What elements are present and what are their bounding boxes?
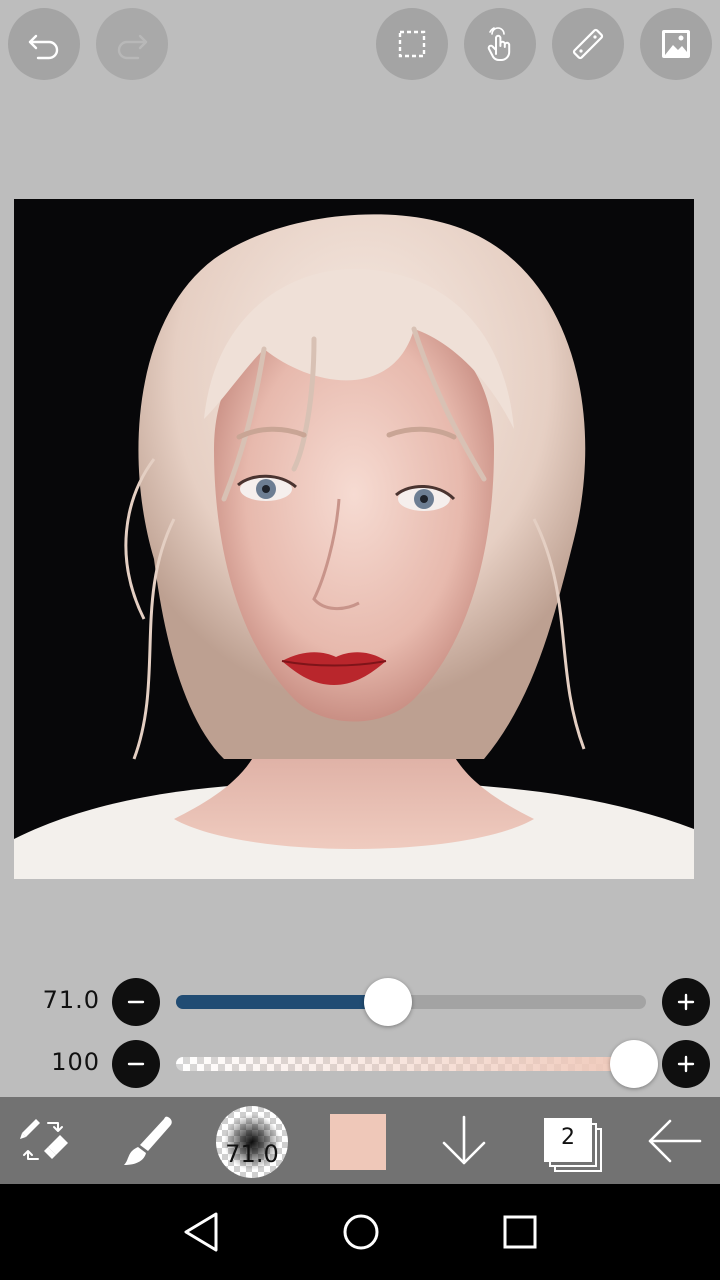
circle-home-icon [343,1214,379,1250]
image-button[interactable] [640,8,712,80]
brush-size-increase-button[interactable] [662,978,710,1026]
selection-icon [398,30,426,58]
nav-home-button[interactable] [335,1206,387,1258]
nav-back-button[interactable] [176,1206,228,1258]
paint-app: 71.0 100 71.0 2 [0,0,720,1184]
opacity-gradient [176,1057,646,1071]
redo-icon [117,34,148,60]
brush-size-decrease-button[interactable] [112,978,160,1026]
plus-icon [677,993,695,1011]
minus-icon [127,1000,145,1004]
opacity-decrease-button[interactable] [112,1040,160,1088]
opacity-increase-button[interactable] [662,1040,710,1088]
opacity-slider-thumb[interactable] [610,1040,658,1088]
ruler-button[interactable] [552,8,624,80]
brush-tool-button[interactable] [118,1108,178,1174]
back-button[interactable] [644,1108,706,1174]
arrow-left-icon [648,1119,702,1163]
brush-size-preview-label: 71.0 [225,1140,279,1168]
nav-recents-button[interactable] [494,1206,546,1258]
arrow-down-icon [442,1115,486,1165]
portrait-artwork [14,199,694,879]
opacity-slider[interactable] [176,1057,646,1071]
brush-size-slider-fill [176,995,388,1009]
drawing-canvas[interactable] [14,199,694,879]
redo-button[interactable] [96,8,168,80]
opacity-value: 100 [51,1048,100,1076]
hand-tool-button[interactable] [464,8,536,80]
undo-button[interactable] [8,8,80,80]
minus-icon [127,1062,145,1066]
triangle-back-icon [184,1212,218,1252]
undo-icon [28,34,59,60]
pen-eraser-swap-icon [20,1119,68,1160]
square-recents-icon [503,1215,537,1249]
selection-button[interactable] [376,8,448,80]
hand-icon [487,27,511,61]
layer-stack-front: 2 [544,1118,592,1162]
plus-icon [677,1055,695,1073]
brush-size-value: 71.0 [42,986,100,1014]
pen-eraser-toggle-button[interactable] [14,1108,74,1174]
color-picker-button[interactable] [330,1114,386,1170]
brush-size-slider-thumb[interactable] [364,978,412,1026]
brush-size-preview-button[interactable]: 71.0 [216,1106,288,1178]
ruler-icon [572,28,604,60]
layer-down-button[interactable] [434,1108,494,1174]
image-icon [662,30,690,58]
brush-icon [124,1116,172,1165]
layer-count: 2 [561,1125,575,1150]
